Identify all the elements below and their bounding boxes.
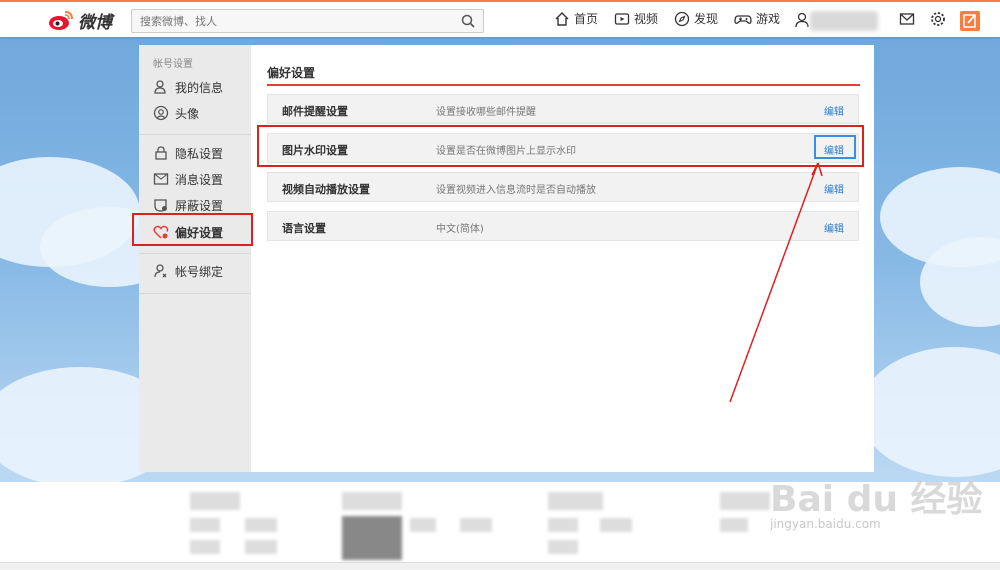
nav-video[interactable]: 视频 — [614, 10, 658, 27]
lock-icon — [155, 146, 167, 160]
sidebar-item-label: 隐私设置 — [175, 146, 224, 161]
sidebar-divider — [139, 253, 251, 254]
gamepad-icon — [734, 14, 752, 24]
settings-row-email: 邮件提醒设置 设置接收哪些邮件提醒 编辑 — [267, 94, 859, 124]
settings-sidebar: 帐号设置 我的信息 头像 隐私设置 消息设置 屏蔽设置 偏好设置 帐号绑定 — [139, 45, 251, 472]
row-description: 设置接收哪些邮件提醒 — [436, 107, 536, 118]
mail-icon[interactable] — [899, 11, 915, 27]
row-description: 中文(简体) — [436, 224, 484, 235]
sidebar-divider — [139, 293, 251, 294]
sidebar-item-block[interactable]: 屏蔽设置 — [153, 195, 223, 215]
heart-gear-icon — [153, 225, 169, 239]
sidebar-item-label: 帐号绑定 — [175, 264, 224, 279]
message-icon — [153, 173, 169, 185]
sidebar-item-label: 头像 — [175, 106, 200, 121]
sidebar-section-title: 帐号设置 — [153, 59, 193, 70]
search-input[interactable] — [132, 10, 442, 32]
sidebar-item-preferences[interactable]: 偏好设置 — [153, 222, 223, 242]
nav-discover-label: 发现 — [694, 12, 719, 26]
home-icon — [555, 11, 569, 26]
pencil-icon — [963, 14, 976, 28]
top-navbar: 微博 首页 视频 发现 游戏 — [0, 0, 1000, 37]
nav-game-label: 游戏 — [756, 12, 781, 26]
gear-icon[interactable] — [930, 11, 946, 27]
weibo-eye-icon — [49, 11, 73, 30]
nav-home[interactable]: 首页 — [554, 10, 598, 27]
sidebar-item-label: 消息设置 — [175, 172, 224, 187]
row-description: 设置是否在微博图片上显示水印 — [436, 146, 576, 157]
sidebar-item-avatar[interactable]: 头像 — [153, 103, 199, 123]
sidebar-divider — [139, 134, 251, 135]
user-link-icon — [154, 264, 167, 278]
title-underline — [267, 84, 860, 86]
video-icon — [614, 12, 630, 25]
edit-language-link[interactable]: 编辑 — [824, 220, 844, 235]
nav-discover[interactable]: 发现 — [674, 10, 718, 27]
browser-status-bar — [0, 562, 1000, 570]
user-icon[interactable] — [794, 11, 810, 29]
brand-name: 微博 — [78, 12, 112, 33]
watermark-url: jingyan.baidu.com — [770, 517, 881, 531]
row-label: 图片水印设置 — [282, 144, 348, 157]
user-icon — [154, 80, 166, 94]
preferences-panel: 偏好设置 邮件提醒设置 设置接收哪些邮件提醒 编辑 图片水印设置 设置是否在微博… — [251, 45, 874, 472]
sidebar-item-label: 偏好设置 — [175, 225, 224, 240]
row-label: 邮件提醒设置 — [282, 105, 348, 118]
sidebar-item-privacy[interactable]: 隐私设置 — [153, 143, 223, 163]
shield-icon — [154, 199, 167, 212]
settings-row-language: 语言设置 中文(简体) 编辑 — [267, 211, 859, 241]
edit-watermark-link[interactable]: 编辑 — [824, 142, 844, 157]
weibo-logo[interactable]: 微博 — [48, 8, 112, 33]
baidu-jingyan-watermark: Bai du 经验 — [770, 479, 983, 520]
edit-email-link[interactable]: 编辑 — [824, 103, 844, 118]
settings-row-watermark: 图片水印设置 设置是否在微博图片上显示水印 编辑 — [267, 133, 859, 163]
search-box — [131, 9, 484, 33]
nav-video-label: 视频 — [634, 12, 659, 26]
edit-autoplay-link[interactable]: 编辑 — [824, 181, 844, 196]
compass-icon — [674, 11, 690, 26]
sidebar-item-messages[interactable]: 消息设置 — [153, 169, 223, 189]
sidebar-item-account-binding[interactable]: 帐号绑定 — [153, 261, 223, 281]
sidebar-item-my-info[interactable]: 我的信息 — [153, 77, 223, 97]
compose-button[interactable] — [960, 11, 980, 31]
avatar-icon — [153, 105, 169, 121]
nav-home-label: 首页 — [574, 12, 599, 26]
sidebar-item-label: 屏蔽设置 — [175, 198, 224, 213]
sidebar-item-label: 我的信息 — [175, 80, 224, 95]
nav-game[interactable]: 游戏 — [734, 10, 780, 27]
row-description: 设置视频进入信息流时是否自动播放 — [436, 185, 596, 196]
username-blurred[interactable] — [810, 11, 878, 31]
settings-row-autoplay: 视频自动播放设置 设置视频进入信息流时是否自动播放 编辑 — [267, 172, 859, 202]
search-icon[interactable] — [461, 14, 475, 28]
row-label: 语言设置 — [282, 222, 326, 235]
page-title: 偏好设置 — [267, 66, 316, 80]
row-label: 视频自动播放设置 — [282, 183, 370, 196]
